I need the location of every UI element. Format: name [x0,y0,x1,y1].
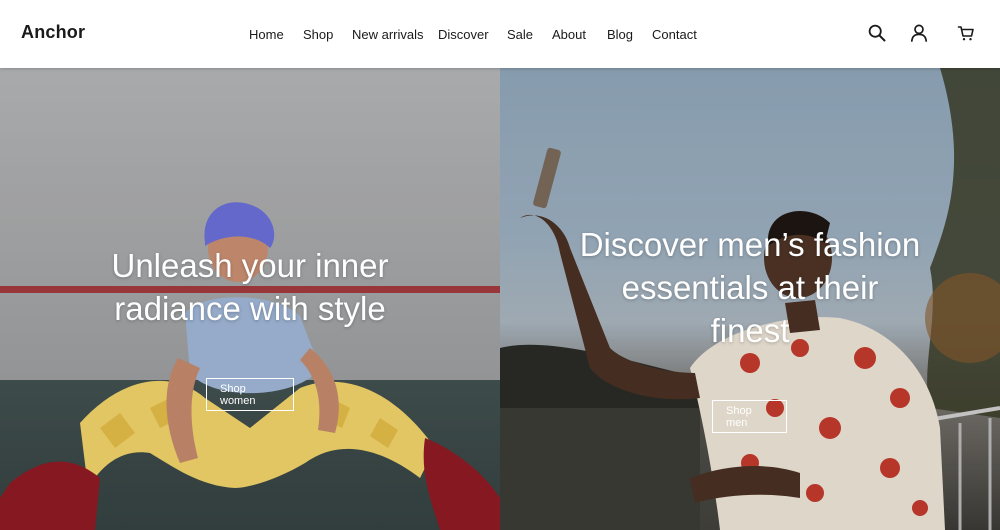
nav-item-discover[interactable]: Discover [438,27,489,42]
cart-button[interactable] [955,22,977,44]
nav-item-home[interactable]: Home [249,27,284,42]
account-button[interactable] [908,22,930,44]
hero-men-title: Discover men’s fashion essentials at the… [500,223,1000,352]
nav-item-new-arrivals[interactable]: New arrivals [352,27,424,42]
hero-men-title-line-1: Discover men’s fashion [579,226,921,263]
brand-logo[interactable]: Anchor [21,22,85,43]
hero-women-title: Unleash your inner radiance with style [0,244,500,330]
hero-men-title-line-3: finest [710,312,790,349]
shop-men-button[interactable]: Shop men [712,400,787,433]
nav-item-about[interactable]: About [552,27,586,42]
nav-item-sale[interactable]: Sale [507,27,533,42]
cart-icon [957,26,974,41]
hero-women-title-line-1: Unleash your inner [111,247,389,284]
search-button[interactable] [866,22,888,44]
account-icon [910,24,928,42]
hero-women[interactable]: Unleash your inner radiance with style S… [0,68,500,530]
site-header: Anchor Home Shop New arrivals Discover S… [0,0,1000,68]
hero-women-title-line-2: radiance with style [114,290,386,327]
hero-men[interactable]: Discover men’s fashion essentials at the… [500,68,1000,530]
hero-men-title-line-2: essentials at their [621,269,879,306]
nav-item-blog[interactable]: Blog [607,27,633,42]
search-icon [868,24,886,42]
nav-item-shop[interactable]: Shop [303,27,333,42]
nav-item-contact[interactable]: Contact [652,27,697,42]
shop-women-button[interactable]: Shop women [206,378,294,411]
